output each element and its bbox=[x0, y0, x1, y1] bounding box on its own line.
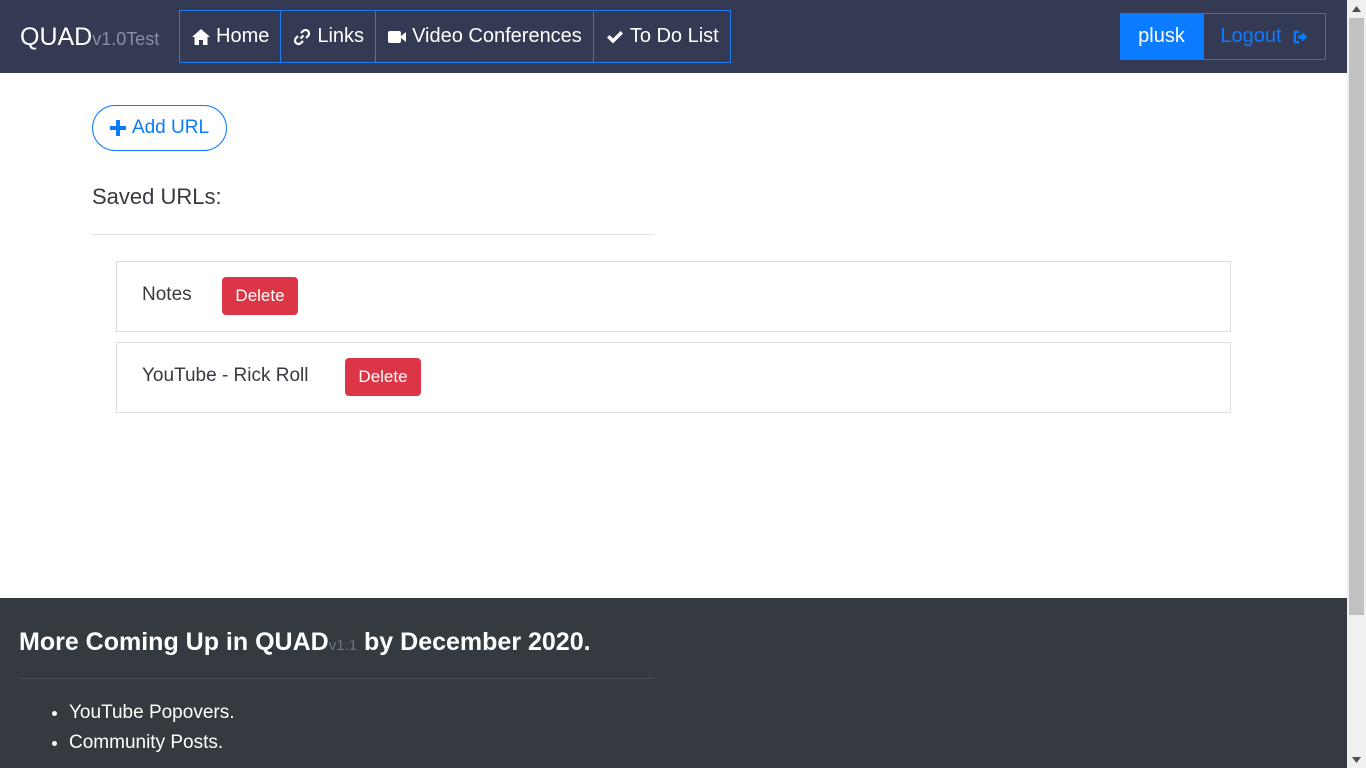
list-item: YouTube - Rick Roll Delete bbox=[116, 342, 1231, 413]
brand-logo[interactable]: QUADv1.0Test bbox=[20, 22, 159, 54]
url-link[interactable]: Notes bbox=[142, 284, 192, 306]
check-icon bbox=[606, 30, 623, 43]
list-item: Community Posts. bbox=[69, 732, 235, 754]
top-navbar: QUADv1.0Test Home Links Video Conference… bbox=[0, 0, 1347, 73]
delete-button[interactable]: Delete bbox=[222, 277, 298, 315]
url-link[interactable]: YouTube - Rick Roll bbox=[142, 365, 309, 387]
user-controls: plusk Logout bbox=[1120, 13, 1326, 60]
footer: More Coming Up in QUADv1.1 by December 2… bbox=[0, 598, 1347, 768]
footer-title-main: More Coming Up in QUAD bbox=[19, 628, 329, 656]
vertical-scrollbar[interactable] bbox=[1347, 0, 1366, 768]
nav-video-conferences[interactable]: Video Conferences bbox=[375, 10, 594, 63]
divider bbox=[92, 234, 654, 235]
nav-todo-list-label: To Do List bbox=[629, 25, 719, 47]
delete-button[interactable]: Delete bbox=[345, 358, 421, 396]
plus-icon bbox=[109, 120, 126, 136]
scroll-down-arrow-icon[interactable] bbox=[1347, 751, 1366, 768]
main-nav: Home Links Video Conferences To Do List bbox=[179, 10, 731, 63]
scroll-up-arrow-icon[interactable] bbox=[1347, 0, 1366, 17]
sign-out-icon bbox=[1293, 30, 1307, 43]
footer-title: More Coming Up in QUADv1.1 by December 2… bbox=[19, 628, 591, 657]
link-icon bbox=[294, 28, 311, 45]
upcoming-features-list: YouTube Popovers. Community Posts. bbox=[69, 702, 235, 762]
nav-home[interactable]: Home bbox=[179, 10, 282, 63]
nav-video-conferences-label: Video Conferences bbox=[412, 25, 582, 47]
saved-urls-heading: Saved URLs: bbox=[92, 184, 222, 209]
logout-button[interactable]: Logout bbox=[1203, 13, 1326, 60]
list-item: YouTube Popovers. bbox=[69, 702, 235, 724]
logout-label: Logout bbox=[1220, 25, 1282, 47]
list-item: Notes Delete bbox=[116, 261, 1231, 332]
add-url-label: Add URL bbox=[131, 117, 210, 138]
footer-title-end: by December 2020. bbox=[357, 628, 591, 656]
nav-todo-list[interactable]: To Do List bbox=[592, 10, 731, 63]
home-icon bbox=[192, 28, 210, 45]
scroll-thumb[interactable] bbox=[1349, 18, 1364, 615]
nav-links[interactable]: Links bbox=[280, 10, 377, 63]
username-button[interactable]: plusk bbox=[1120, 13, 1203, 60]
add-url-button[interactable]: Add URL bbox=[92, 105, 227, 151]
footer-title-version: v1.1 bbox=[328, 637, 358, 654]
brand-version: v1.0Test bbox=[92, 29, 160, 49]
footer-divider bbox=[19, 678, 655, 679]
nav-links-label: Links bbox=[317, 25, 365, 47]
brand-name: QUAD bbox=[20, 23, 93, 51]
nav-home-label: Home bbox=[216, 25, 270, 47]
video-camera-icon bbox=[388, 30, 407, 43]
